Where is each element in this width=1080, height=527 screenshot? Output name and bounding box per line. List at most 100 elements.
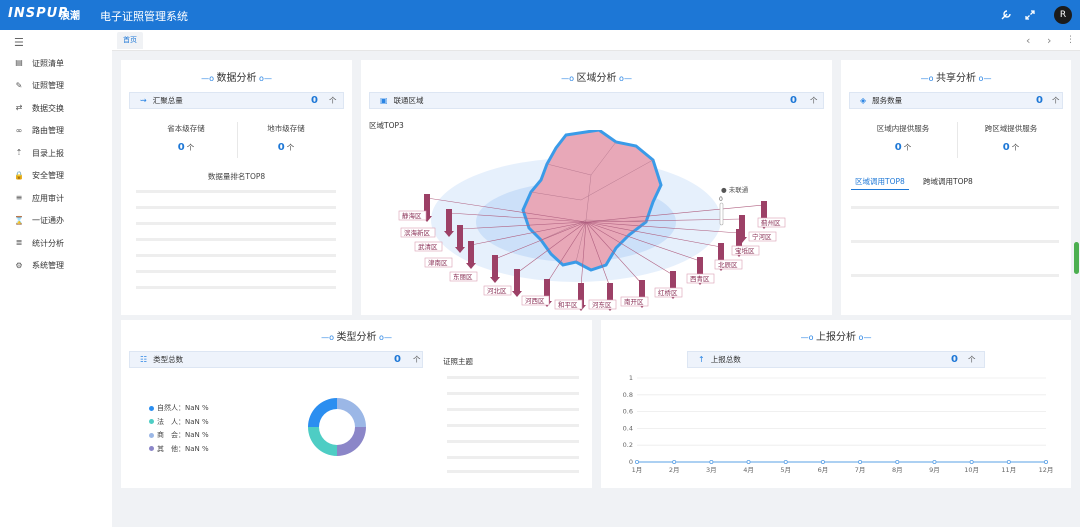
data-point[interactable] — [932, 460, 937, 465]
x-tick-label: 10月 — [964, 466, 979, 474]
tab-cross-call-top8[interactable]: 跨域调用TOP8 — [919, 174, 977, 190]
y-tick-label: 0.4 — [623, 424, 633, 432]
sidebar-item-5[interactable]: 🔒 安全管理 — [14, 169, 110, 183]
district-pillar-tip — [490, 277, 500, 283]
x-tick-label: 1月 — [632, 466, 643, 474]
summary-bar: ↑ 上报总数 0 个 — [687, 351, 985, 368]
share-analysis-panel: —o 共享分析 o— ◈ 服务数量 0 个 区域内提供服务 0个 跨区域提供服务… — [841, 60, 1071, 315]
ranking-title: 数据量排名TOP8 — [207, 172, 266, 181]
sidebar-item-3[interactable]: ∞ 路由管理 — [14, 124, 110, 138]
legend-dot — [149, 432, 154, 438]
panel-title: 区域分析 — [576, 73, 617, 84]
district-label[interactable]: 宁河区 — [748, 231, 777, 242]
district-pillar — [457, 225, 463, 247]
user-avatar[interactable]: R — [1054, 6, 1072, 24]
district-label[interactable]: 蓟州区 — [757, 217, 786, 228]
trend-icon: ⇝ — [140, 96, 147, 105]
page-scrollbar[interactable] — [1074, 242, 1079, 274]
x-tick-label: 12月 — [1039, 466, 1054, 474]
arrow-up-icon: ↑ — [698, 355, 705, 364]
district-label[interactable]: 河东区 — [588, 299, 617, 310]
data-point[interactable] — [969, 460, 974, 465]
sidebar-item-0[interactable]: ▤ 证照清单 — [14, 56, 110, 70]
expand-icon[interactable] — [1024, 9, 1036, 21]
data-point[interactable] — [1006, 460, 1011, 465]
x-tick-label: 8月 — [892, 466, 903, 474]
sidebar-item-1[interactable]: ✎ 证照管理 — [14, 79, 110, 93]
tab-region-call-top8[interactable]: 区域调用TOP8 — [851, 174, 909, 190]
sidebar-item-label: 证照清单 — [32, 58, 64, 68]
district-label[interactable]: 武清区 — [414, 241, 443, 252]
top-bar: INSPUR 浪潮 电子证照管理系统 R — [0, 0, 1080, 30]
sidebar-item-8[interactable]: ≣ 统计分析 — [14, 236, 110, 250]
district-pillar — [492, 255, 498, 277]
stats-icon: ≣ — [15, 238, 23, 247]
tab-home[interactable]: 首页 — [117, 32, 143, 49]
data-point[interactable] — [820, 460, 825, 465]
district-label[interactable]: 宝坻区 — [731, 245, 760, 256]
sidebar-item-label: 一证通办 — [32, 216, 64, 225]
data-point[interactable] — [858, 460, 863, 465]
sidebar-item-7[interactable]: ⌛ 一证通办 — [14, 214, 110, 228]
menu-toggle-icon[interactable]: ☰ — [14, 36, 24, 49]
chevron-left-icon[interactable]: ‹ — [1026, 34, 1030, 47]
legend-dot — [149, 446, 154, 451]
data-point[interactable] — [783, 460, 788, 465]
district-label-text: 蓟州区 — [761, 218, 781, 227]
district-label-text: 津南区 — [428, 258, 448, 267]
data-point[interactable] — [709, 460, 714, 465]
audit-icon: ≡ — [15, 193, 23, 202]
district-label[interactable]: 河北区 — [483, 285, 512, 296]
data-point[interactable] — [746, 460, 751, 465]
more-icon[interactable]: ⋮ — [1066, 35, 1075, 45]
sidebar-item-2[interactable]: ⇄ 数据交换 — [14, 101, 110, 115]
sidebar-item-label: 证照管理 — [32, 81, 64, 90]
district-label[interactable]: 北辰区 — [714, 259, 743, 270]
district-label[interactable]: 静海区 — [398, 210, 427, 221]
y-tick-label: 0 — [629, 458, 633, 466]
sidebar-item-label: 统计分析 — [32, 238, 64, 248]
data-analysis-panel: —o 数据分析 o— ⇝ 汇聚总量 0 个 省本级存储 0个 地市级存储 0个 … — [121, 60, 352, 315]
district-label[interactable]: 和平区 — [554, 299, 583, 310]
brand-logo-cn: 浪潮 — [60, 11, 80, 22]
district-label-text: 北辰区 — [718, 261, 738, 269]
sidebar-item-4[interactable]: ⇡ 目录上报 — [14, 146, 110, 160]
x-tick-label: 9月 — [929, 466, 940, 474]
district-label[interactable]: 津南区 — [424, 257, 453, 268]
district-label[interactable]: 滨海新区 — [400, 227, 436, 238]
data-point[interactable] — [635, 460, 640, 465]
district-label[interactable]: 西青区 — [686, 273, 715, 284]
summary-bar: ☷ 类型总数 0 个 — [129, 351, 423, 368]
district-pillar — [514, 269, 520, 291]
x-tick-label: 5月 — [780, 466, 791, 474]
data-point[interactable] — [1043, 460, 1048, 465]
district-label[interactable]: 河西区 — [521, 295, 550, 306]
sidebar-item-9[interactable]: ⚙ 系统管理 — [14, 259, 110, 273]
legend-dot — [149, 419, 154, 424]
district-label-text: 宝坻区 — [735, 246, 755, 255]
district-label[interactable]: 红桥区 — [654, 287, 683, 298]
district-label[interactable]: 东丽区 — [449, 271, 478, 282]
summary-bar: ▣ 联通区域 0 个 — [369, 92, 824, 109]
district-label-text: 河西区 — [525, 297, 545, 305]
summary-bar: ⇝ 汇聚总量 0 个 — [129, 92, 344, 109]
sidebar-item-6[interactable]: ≡ 应用审计 — [14, 191, 110, 205]
summary-bar: ◈ 服务数量 0 个 — [849, 92, 1063, 109]
wrench-icon[interactable] — [1000, 9, 1012, 21]
district-label-text: 静海区 — [402, 211, 422, 220]
link-icon: ∞ — [15, 125, 23, 135]
chevron-right-icon[interactable]: › — [1047, 34, 1051, 47]
donut-segment-chamber — [308, 427, 337, 456]
district-label[interactable]: 南开区 — [620, 296, 649, 307]
data-point[interactable] — [895, 460, 900, 465]
x-tick-label: 7月 — [855, 466, 866, 474]
district-pillar — [739, 215, 745, 237]
x-tick-label: 2月 — [669, 466, 680, 474]
data-point[interactable] — [672, 460, 677, 465]
sidebar-item-label: 应用审计 — [32, 193, 64, 203]
district-pillar — [446, 209, 452, 231]
district-label-text: 西青区 — [690, 274, 710, 283]
report-analysis-panel: —o 上报分析 o— ↑ 上报总数 0 个 0 0.2 0.4 0.6 0.8 1 1月 2月… — [601, 320, 1071, 488]
legend-dot — [149, 405, 154, 411]
legend-item: 商 会：NaN % — [149, 430, 209, 440]
